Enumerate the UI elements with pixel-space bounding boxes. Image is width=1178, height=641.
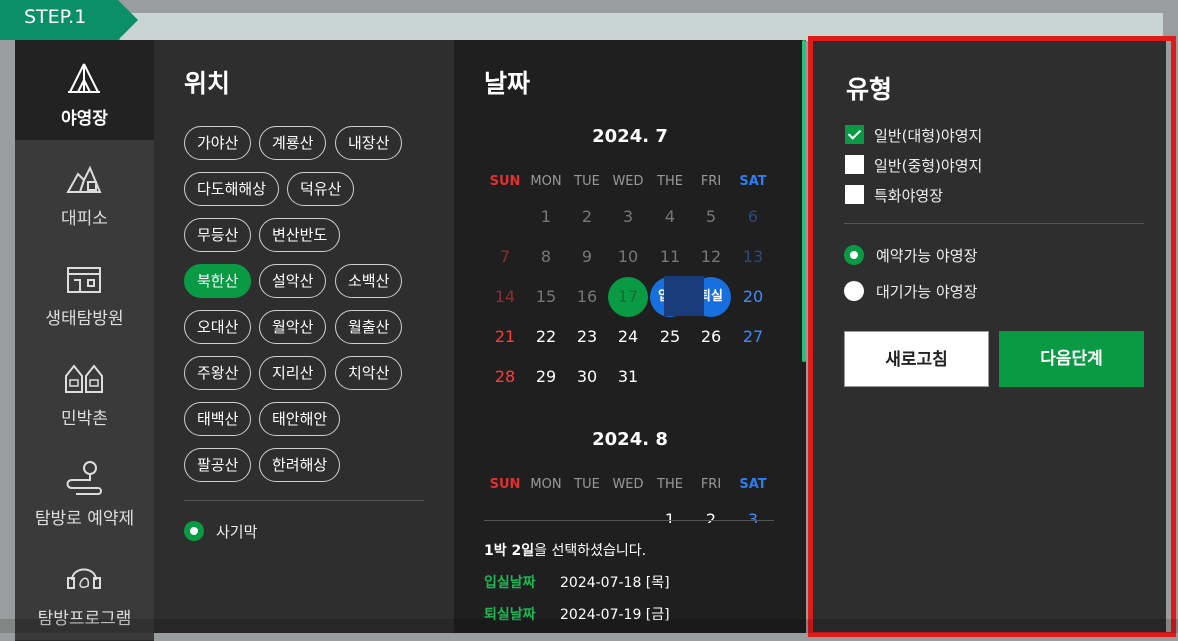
weekday-header: FRI — [700, 477, 722, 492]
location-chip[interactable]: 팔공산 — [184, 448, 252, 482]
sidebar-item-campground[interactable]: 야영장 — [15, 40, 154, 141]
sidebar-item-label: 생태탐방원 — [45, 309, 124, 329]
sidebar-item-label: 대피소 — [61, 209, 108, 229]
highlight-frame — [808, 36, 1176, 637]
location-chip[interactable]: 치악산 — [335, 356, 403, 390]
sidebar-item-lodging[interactable]: 민박촌 — [15, 340, 154, 441]
location-chip[interactable]: 소백산 — [335, 264, 403, 298]
weekday-header: SAT — [739, 477, 767, 492]
checkin-value: 2024-07-18 [목] — [560, 575, 670, 591]
location-chip[interactable]: 계룡산 — [259, 126, 327, 160]
program-icon — [67, 568, 101, 589]
step-header: STEP.1 — [0, 0, 1178, 41]
location-divider — [184, 500, 424, 501]
bottom-shadow — [0, 619, 1178, 633]
trail-pin-icon — [66, 461, 102, 495]
selection-summary: 1박 2일을 선택하셨습니다. — [484, 543, 647, 559]
location-chip-selected[interactable]: 북한산 — [184, 264, 252, 298]
sub-location-radio[interactable] — [184, 521, 204, 541]
location-chip[interactable]: 한려해상 — [259, 448, 341, 482]
location-chip[interactable]: 무등산 — [184, 218, 252, 252]
calendar-divider — [484, 520, 774, 521]
weekday-header: WED — [612, 477, 644, 492]
sidebar-item-trail-reservation[interactable]: 탐방로 예약제 — [15, 440, 154, 541]
step-label: STEP.1 — [24, 6, 87, 28]
sidebar-item-label: 야영장 — [61, 109, 108, 129]
location-chip[interactable]: 덕유산 — [287, 172, 355, 206]
location-chip[interactable]: 월악산 — [259, 310, 327, 344]
weekday-header: THE — [657, 477, 683, 492]
category-sidebar: 야영장 대피소 생태탐방원 민박촌 탐방로 예약제 탐방프로그램 — [15, 40, 154, 641]
date-panel: 날짜 2024. 7 SUN MON TUE WED THE FRI SAT 1 2 3 4 5 6 7 8… — [454, 40, 806, 633]
sidebar-item-shelter[interactable]: 대피소 — [15, 140, 154, 241]
sidebar-item-eco-center[interactable]: 생태탐방원 — [15, 240, 154, 341]
location-chip[interactable]: 태백산 — [184, 402, 252, 436]
sidebar-item-label: 민박촌 — [61, 409, 108, 429]
location-chip[interactable]: 설악산 — [259, 264, 327, 298]
location-panel: 위치 가야산 계룡산 내장산 다도해해상 덕유산 무등산 변산반도 북한산 설악… — [154, 40, 454, 633]
eco-center-icon — [67, 267, 101, 293]
shelter-icon — [66, 165, 102, 193]
location-chip[interactable]: 지리산 — [259, 356, 327, 390]
sidebar-item-label: 탐방로 예약제 — [34, 509, 135, 529]
location-chip[interactable]: 오대산 — [184, 310, 252, 344]
location-title: 위치 — [184, 69, 231, 98]
weekday-header: SUN — [489, 477, 521, 492]
step-tag: STEP.1 — [0, 0, 138, 40]
location-chip[interactable]: 가야산 — [184, 126, 252, 160]
location-chip[interactable]: 주왕산 — [184, 356, 252, 390]
tent-icon — [68, 63, 100, 93]
checkin-row: 입실날짜 2024-07-18 [목] — [484, 572, 670, 592]
location-chip[interactable]: 내장산 — [335, 126, 403, 160]
location-chip[interactable]: 변산반도 — [259, 218, 341, 252]
location-chip[interactable]: 월출산 — [335, 310, 403, 344]
weekday-header: MON — [530, 477, 562, 492]
calendar-august: SUN MON TUE WED THE FRI SAT 1 2 3 — [454, 40, 806, 523]
location-chip[interactable]: 태안해안 — [259, 402, 341, 436]
lodging-icon — [65, 364, 103, 393]
sub-location-label: 사기막 — [216, 523, 258, 541]
location-chip[interactable]: 다도해해상 — [184, 172, 280, 206]
weekday-header: TUE — [574, 477, 600, 492]
checkin-label: 입실날짜 — [484, 575, 536, 591]
